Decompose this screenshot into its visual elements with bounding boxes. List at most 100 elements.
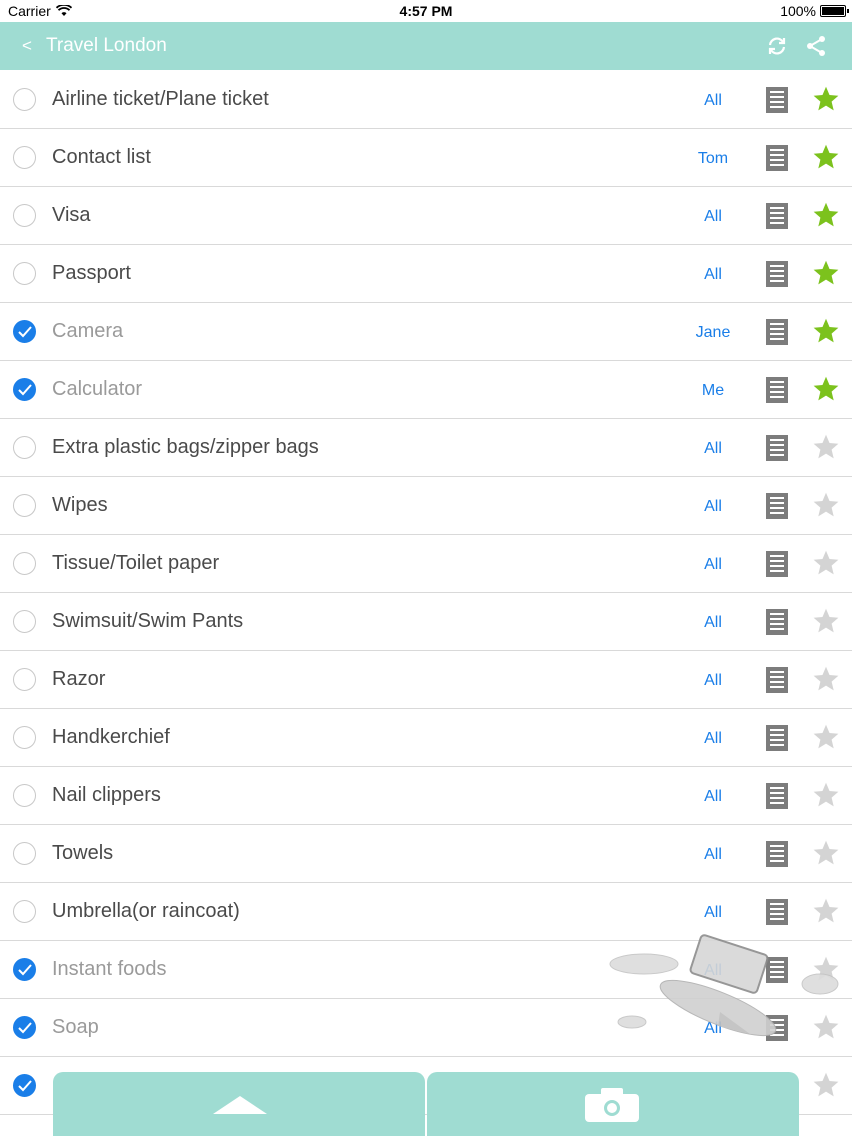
- unchecked-circle-icon[interactable]: [13, 900, 36, 923]
- star-filled-icon[interactable]: [812, 375, 840, 403]
- star-outline-icon[interactable]: [812, 549, 840, 577]
- checked-circle-icon[interactable]: [13, 1016, 36, 1039]
- star-filled-icon[interactable]: [812, 143, 840, 171]
- star-outline-icon[interactable]: [812, 607, 840, 635]
- checked-circle-icon[interactable]: [13, 958, 36, 981]
- assignee-link[interactable]: Jane: [688, 324, 738, 342]
- unchecked-circle-icon[interactable]: [13, 610, 36, 633]
- list-item[interactable]: Handkerchief All: [0, 709, 852, 767]
- assignee-link[interactable]: All: [688, 498, 738, 516]
- note-icon[interactable]: [766, 957, 788, 983]
- star-outline-icon[interactable]: [812, 781, 840, 809]
- unchecked-circle-icon[interactable]: [13, 726, 36, 749]
- note-icon[interactable]: [766, 87, 788, 113]
- list-item[interactable]: Airline ticket/Plane ticket All: [0, 71, 852, 129]
- checked-circle-icon[interactable]: [13, 320, 36, 343]
- nav-bar: < Travel London: [0, 22, 852, 70]
- star-outline-icon[interactable]: [812, 897, 840, 925]
- assignee-link[interactable]: All: [688, 92, 738, 110]
- unchecked-circle-icon[interactable]: [13, 842, 36, 865]
- checked-circle-icon[interactable]: [13, 378, 36, 401]
- note-icon[interactable]: [766, 725, 788, 751]
- list-item[interactable]: Camera Jane: [0, 303, 852, 361]
- note-icon[interactable]: [766, 1015, 788, 1041]
- back-button[interactable]: <: [22, 36, 32, 56]
- list-item[interactable]: Razor All: [0, 651, 852, 709]
- item-label: Visa: [52, 204, 91, 226]
- item-label: Soap: [52, 1016, 99, 1038]
- assignee-link[interactable]: All: [688, 846, 738, 864]
- share-icon[interactable]: [805, 35, 827, 62]
- list-item[interactable]: Towels All: [0, 825, 852, 883]
- list-item[interactable]: Calculator Me: [0, 361, 852, 419]
- item-label: Camera: [52, 320, 124, 342]
- note-icon[interactable]: [766, 261, 788, 287]
- star-filled-icon[interactable]: [812, 85, 840, 113]
- star-filled-icon[interactable]: [812, 317, 840, 345]
- star-outline-icon[interactable]: [812, 433, 840, 461]
- sync-icon[interactable]: [766, 35, 788, 62]
- camera-tab[interactable]: [427, 1072, 799, 1136]
- unchecked-circle-icon[interactable]: [13, 146, 36, 169]
- list-item[interactable]: Extra plastic bags/zipper bags All: [0, 419, 852, 477]
- note-icon[interactable]: [766, 551, 788, 577]
- list-item[interactable]: Soap All: [0, 999, 852, 1057]
- star-outline-icon[interactable]: [812, 723, 840, 751]
- star-outline-icon[interactable]: [812, 955, 840, 983]
- camera-icon[interactable]: [585, 1088, 639, 1122]
- note-icon[interactable]: [766, 435, 788, 461]
- star-outline-icon[interactable]: [812, 1071, 840, 1099]
- list-item[interactable]: Visa All: [0, 187, 852, 245]
- note-icon[interactable]: [766, 493, 788, 519]
- assignee-link[interactable]: Me: [688, 382, 738, 400]
- star-filled-icon[interactable]: [812, 259, 840, 287]
- star-outline-icon[interactable]: [812, 665, 840, 693]
- assignee-link[interactable]: All: [688, 440, 738, 458]
- assignee-link[interactable]: All: [688, 556, 738, 574]
- assignee-link[interactable]: All: [688, 672, 738, 690]
- assignee-link[interactable]: All: [688, 266, 738, 284]
- unchecked-circle-icon[interactable]: [13, 494, 36, 517]
- unchecked-circle-icon[interactable]: [13, 668, 36, 691]
- star-outline-icon[interactable]: [812, 839, 840, 867]
- note-icon[interactable]: [766, 145, 788, 171]
- note-icon[interactable]: [766, 899, 788, 925]
- note-icon[interactable]: [766, 203, 788, 229]
- assignee-link[interactable]: All: [688, 730, 738, 748]
- list-item[interactable]: Swimsuit/Swim Pants All: [0, 593, 852, 651]
- assignee-link[interactable]: All: [688, 788, 738, 806]
- star-outline-icon[interactable]: [812, 1013, 840, 1041]
- checked-circle-icon[interactable]: [13, 1074, 36, 1097]
- list-item[interactable]: Nail clippers All: [0, 767, 852, 825]
- list-item[interactable]: Tissue/Toilet paper All: [0, 535, 852, 593]
- note-icon[interactable]: [766, 783, 788, 809]
- item-label: Wipes: [52, 494, 108, 516]
- unchecked-circle-icon[interactable]: [13, 88, 36, 111]
- list-item[interactable]: Wipes All: [0, 477, 852, 535]
- collapse-up-icon[interactable]: [213, 1094, 267, 1116]
- list-item[interactable]: Umbrella(or raincoat) All: [0, 883, 852, 941]
- list-item[interactable]: Instant foods All: [0, 941, 852, 999]
- list-item[interactable]: Passport All: [0, 245, 852, 303]
- unchecked-circle-icon[interactable]: [13, 204, 36, 227]
- unchecked-circle-icon[interactable]: [13, 784, 36, 807]
- star-filled-icon[interactable]: [812, 201, 840, 229]
- star-outline-icon[interactable]: [812, 491, 840, 519]
- note-icon[interactable]: [766, 841, 788, 867]
- unchecked-circle-icon[interactable]: [13, 262, 36, 285]
- assignee-link[interactable]: All: [688, 614, 738, 632]
- assignee-link[interactable]: All: [688, 962, 738, 980]
- note-icon[interactable]: [766, 609, 788, 635]
- assignee-link[interactable]: Tom: [688, 150, 738, 168]
- note-icon[interactable]: [766, 667, 788, 693]
- note-icon[interactable]: [766, 377, 788, 403]
- collapse-tab[interactable]: [53, 1072, 425, 1136]
- unchecked-circle-icon[interactable]: [13, 552, 36, 575]
- list-item[interactable]: Contact list Tom: [0, 129, 852, 187]
- assignee-link[interactable]: All: [688, 208, 738, 226]
- unchecked-circle-icon[interactable]: [13, 436, 36, 459]
- assignee-link[interactable]: All: [688, 904, 738, 922]
- note-icon[interactable]: [766, 319, 788, 345]
- item-label: Passport: [52, 262, 131, 284]
- assignee-link[interactable]: All: [688, 1020, 738, 1038]
